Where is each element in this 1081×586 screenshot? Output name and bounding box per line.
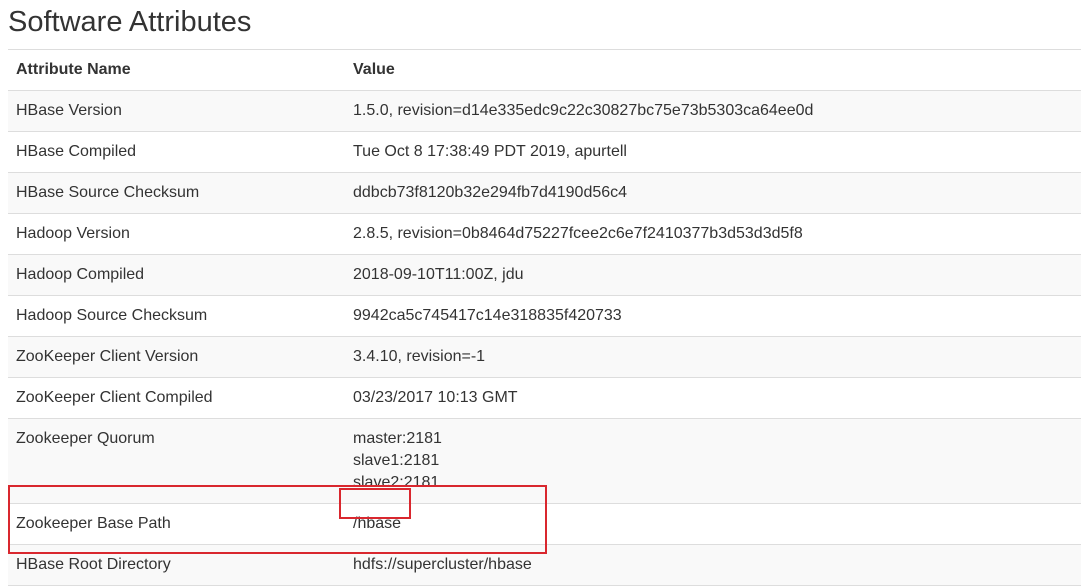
attribute-name-cell: ZooKeeper Client Version (8, 336, 345, 378)
attribute-value-cell: 3.4.10, revision=-1 (345, 336, 1081, 378)
table-row: Hadoop Source Checksum 9942ca5c745417c14e… (8, 295, 1081, 337)
highlight-box-base-path-value (339, 488, 411, 519)
attribute-value-line: slave1:2181 (353, 452, 440, 469)
table-header-row: Attribute Name Value (8, 49, 1081, 91)
attribute-value-cell: 2018-09-10T11:00Z, jdu (345, 254, 1081, 296)
attribute-value-cell: 9942ca5c745417c14e318835f420733 (345, 295, 1081, 337)
attribute-value-cell: 03/23/2017 10:13 GMT (345, 377, 1081, 419)
attribute-name-cell: Hadoop Version (8, 213, 345, 255)
attribute-name-cell: HBase Compiled (8, 131, 345, 173)
attribute-value-cell: 1.5.0, revision=d14e335edc9c22c30827bc75… (345, 90, 1081, 132)
table-row: Hadoop Version 2.8.5, revision=0b8464d752… (8, 213, 1081, 255)
attribute-name-cell: HBase Version (8, 90, 345, 132)
table-row: HBase Version 1.5.0, revision=d14e335edc9… (8, 90, 1081, 132)
attribute-name-cell: ZooKeeper Client Compiled (8, 377, 345, 419)
attribute-value-line: master:2181 (353, 430, 442, 447)
table-row: HBase Source Checksum ddbcb73f8120b32e294… (8, 172, 1081, 214)
attribute-value-cell: ddbcb73f8120b32e294fb7d4190d56c4 (345, 172, 1081, 214)
column-header-attribute-name: Attribute Name (8, 49, 345, 91)
attribute-name-cell: Hadoop Source Checksum (8, 295, 345, 337)
attribute-name-cell: Hadoop Compiled (8, 254, 345, 296)
table-row: HBase Compiled Tue Oct 8 17:38:49 PDT 201… (8, 131, 1081, 173)
attribute-value-cell: Tue Oct 8 17:38:49 PDT 2019, apurtell (345, 131, 1081, 173)
table-row: Hadoop Compiled 2018-09-10T11:00Z, jdu (8, 254, 1081, 296)
attribute-value-cell: 2.8.5, revision=0b8464d75227fcee2c6e7f24… (345, 213, 1081, 255)
page-title: Software Attributes (8, 6, 252, 38)
attribute-name-cell: HBase Source Checksum (8, 172, 345, 214)
table-row: ZooKeeper Client Compiled 03/23/2017 10:1… (8, 377, 1081, 419)
highlight-box-rows (8, 485, 547, 554)
table-row: ZooKeeper Client Version 3.4.10, revision… (8, 336, 1081, 378)
column-header-value: Value (345, 49, 1081, 91)
